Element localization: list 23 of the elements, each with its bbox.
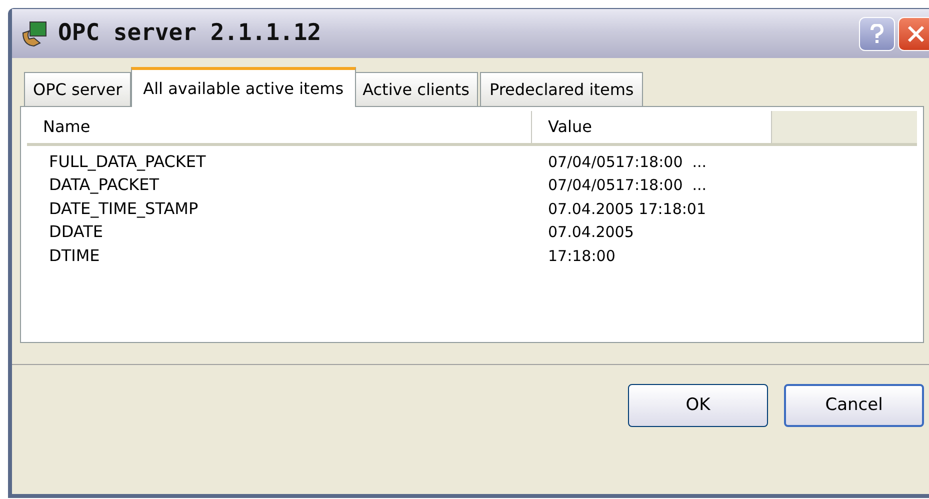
window-title: OPC server 2.1.1.12 (58, 19, 322, 48)
help-icon (870, 24, 884, 44)
dialog-button[interactable]: OK (628, 384, 768, 427)
item-name: FULL_DATA_PACKET (48, 150, 207, 173)
item-value: 07/04/0517:18:00 ... (547, 152, 707, 172)
item-name: DATE_TIME_STAMP (48, 198, 200, 220)
item-name: DDATE (48, 221, 104, 244)
tab[interactable]: OPC server (24, 72, 132, 106)
item-name: DATA_PACKET (48, 174, 160, 196)
column-header[interactable]: Name (27, 111, 532, 143)
item-value: 07.04.2005 (547, 222, 634, 243)
tab[interactable]: All available active items (131, 67, 356, 107)
item-value: 17:18:00 (547, 246, 616, 266)
dialog-button[interactable]: Cancel (784, 384, 924, 427)
help-button[interactable] (859, 16, 895, 50)
item-value: 07/04/0517:18:00 ... (547, 175, 707, 196)
item-value: 07.04.2005 17:18:01 (547, 198, 706, 220)
tab[interactable]: Predeclared items (480, 72, 643, 106)
item-name: DTIME (48, 244, 101, 267)
column-header[interactable]: Value (532, 111, 772, 143)
close-icon (907, 24, 925, 42)
close-button[interactable] (898, 16, 929, 50)
tab[interactable]: Active clients (354, 72, 478, 106)
